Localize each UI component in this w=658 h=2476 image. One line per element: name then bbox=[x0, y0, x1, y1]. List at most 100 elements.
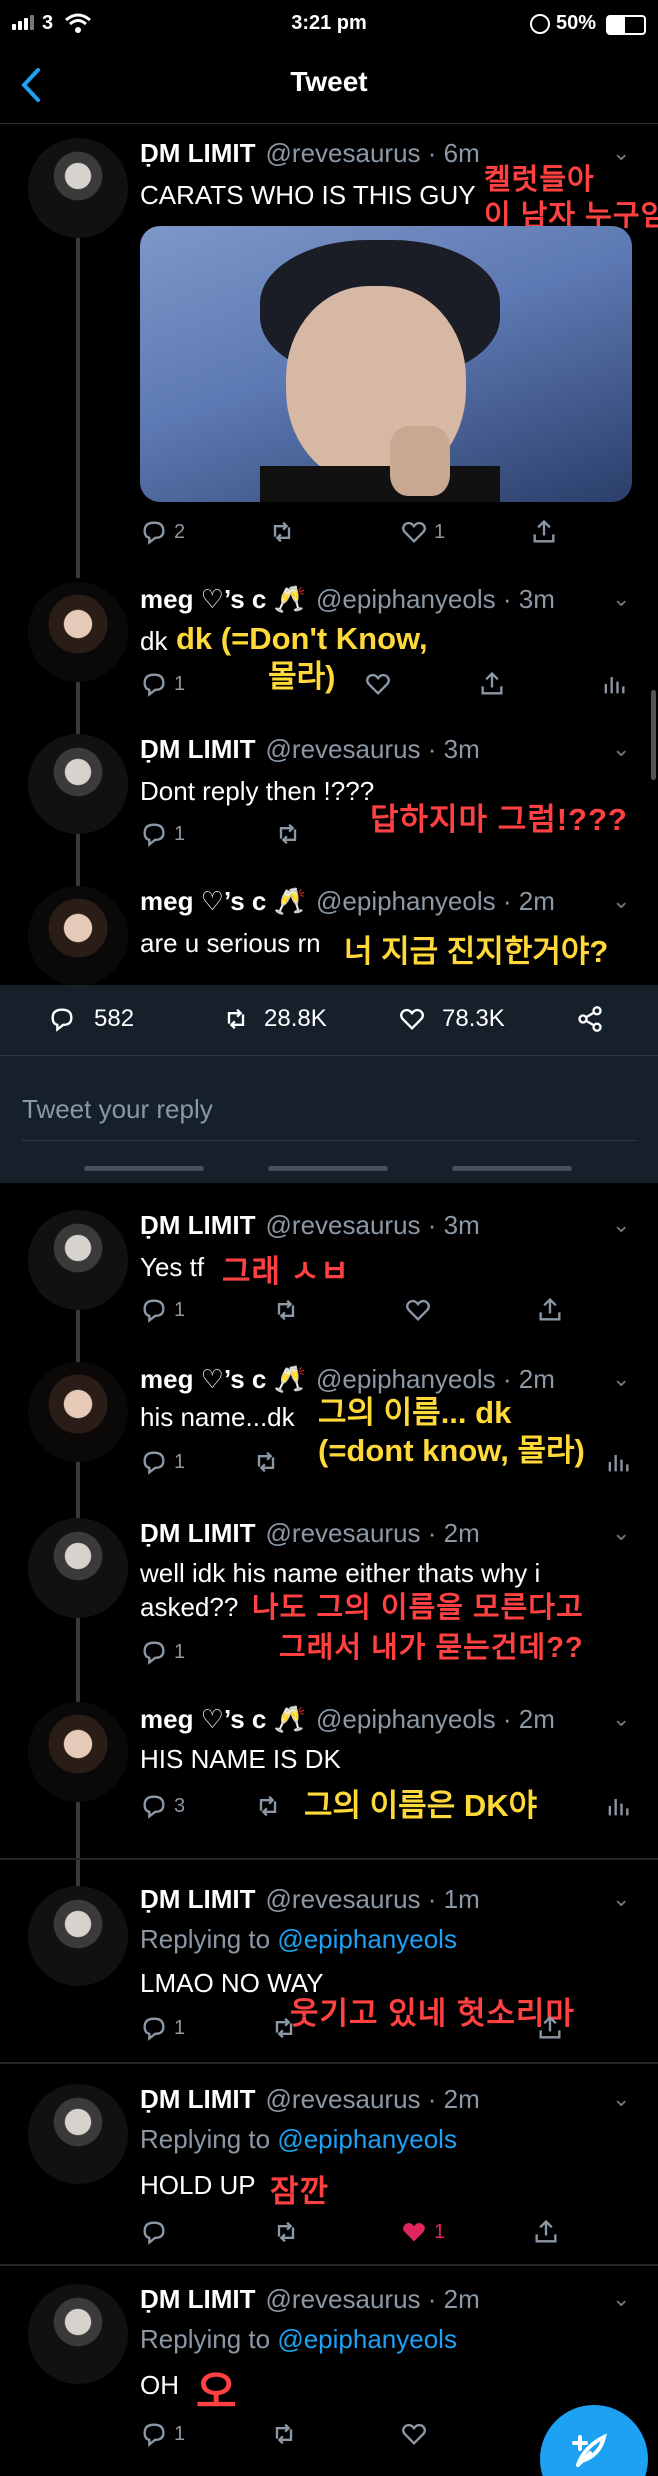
avatar[interactable] bbox=[28, 1362, 128, 1462]
reply-button[interactable]: 1 bbox=[140, 820, 185, 848]
avatar[interactable] bbox=[28, 734, 128, 834]
reply-button[interactable]: 1 bbox=[140, 2420, 185, 2448]
chevron-down-icon[interactable]: ⌄ bbox=[612, 2086, 630, 2112]
share-button[interactable] bbox=[536, 2014, 564, 2042]
engagement-stats-bar: 582 28.8K 78.3K bbox=[0, 985, 658, 1055]
like-count[interactable]: 78.3K bbox=[398, 1005, 505, 1033]
share-button[interactable] bbox=[478, 670, 506, 698]
tweet-text: dk bbox=[140, 626, 168, 656]
like-button[interactable]: 1 bbox=[400, 2218, 445, 2246]
avatar[interactable] bbox=[28, 1886, 128, 1986]
chevron-down-icon[interactable]: ⌄ bbox=[612, 586, 630, 612]
reply-button[interactable]: 1 bbox=[140, 1448, 185, 1476]
chevron-down-icon[interactable]: ⌄ bbox=[612, 736, 630, 762]
like-button[interactable] bbox=[364, 670, 392, 698]
reply-icon bbox=[143, 823, 165, 847]
avatar[interactable] bbox=[28, 886, 128, 986]
divider bbox=[0, 2264, 658, 2266]
retweet-button[interactable] bbox=[252, 1448, 280, 1476]
replying-to: Replying to @epiphanyeols bbox=[140, 2124, 457, 2154]
tweet-text: CARATS WHO IS THIS GUY bbox=[140, 180, 476, 210]
battery-percent: 50% bbox=[556, 12, 597, 34]
tweet-author[interactable]: ḌM LIMIT @revesaurus · 2m bbox=[140, 2084, 480, 2115]
tweet-author[interactable]: ḌM LIMIT @revesaurus · 3m bbox=[140, 734, 480, 765]
reply-button[interactable]: 1 bbox=[140, 1296, 185, 1324]
reply-input[interactable]: Tweet your reply bbox=[22, 1094, 213, 1125]
like-button[interactable] bbox=[404, 1296, 432, 1324]
reply-button[interactable]: 2 bbox=[140, 518, 185, 546]
tweet-author[interactable]: meg ♡’s c 🥂 @epiphanyeols · 2m bbox=[140, 1364, 555, 1395]
tweet-author[interactable]: meg ♡’s c 🥂 @epiphanyeols · 2m bbox=[140, 886, 555, 917]
chevron-down-icon[interactable]: ⌄ bbox=[612, 1520, 630, 1546]
share-icon bbox=[539, 1297, 561, 1321]
chevron-down-icon[interactable]: ⌄ bbox=[612, 1366, 630, 1392]
retweet-button[interactable] bbox=[270, 2420, 298, 2448]
avatar[interactable] bbox=[28, 582, 128, 682]
avatar[interactable] bbox=[28, 1210, 128, 1310]
retweet-count[interactable]: 28.8K bbox=[222, 1005, 327, 1033]
retweet-button[interactable] bbox=[274, 820, 302, 848]
like-button[interactable]: 1 bbox=[400, 518, 445, 546]
avatar[interactable] bbox=[28, 1518, 128, 1618]
share-icon bbox=[578, 1006, 602, 1032]
mention-link[interactable]: @epiphanyeols bbox=[277, 2124, 457, 2154]
tweet-text: his name...dk bbox=[140, 1402, 295, 1432]
chevron-down-icon[interactable]: ⌄ bbox=[612, 1706, 630, 1732]
share-icon bbox=[533, 519, 555, 543]
analytics-button[interactable] bbox=[604, 1792, 632, 1820]
tweet-author[interactable]: meg ♡’s c 🥂 @epiphanyeols · 3m bbox=[140, 584, 555, 615]
mention-link[interactable]: @epiphanyeols bbox=[277, 2324, 457, 2354]
analytics-button[interactable] bbox=[604, 1448, 632, 1476]
compose-icon bbox=[572, 2433, 607, 2467]
reply-icon bbox=[143, 1641, 165, 1665]
chevron-down-icon[interactable]: ⌄ bbox=[612, 1886, 630, 1912]
chevron-down-icon[interactable]: ⌄ bbox=[612, 888, 630, 914]
translation-caption: 그의 이름... dk (=dont know, 몰라) bbox=[318, 1395, 585, 1468]
tweet-author[interactable]: meg ♡’s c 🥂 @epiphanyeols · 2m bbox=[140, 1704, 555, 1735]
retweet-icon bbox=[257, 1451, 275, 1473]
tweet-author[interactable]: ḌM LIMIT @revesaurus · 6m bbox=[140, 138, 480, 169]
avatar[interactable] bbox=[28, 2284, 128, 2384]
chevron-down-icon[interactable]: ⌄ bbox=[612, 2286, 630, 2312]
tweet-author[interactable]: ḌM LIMIT @revesaurus · 3m bbox=[140, 1210, 480, 1241]
reply-icon bbox=[143, 1299, 165, 1323]
compose-button[interactable] bbox=[540, 2405, 648, 2476]
translation-caption: 켈럿들아 이 남자 누구임 bbox=[484, 164, 658, 232]
reply-icon bbox=[143, 2221, 165, 2245]
tweet-author[interactable]: ḌM LIMIT @revesaurus · 2m bbox=[140, 2284, 480, 2315]
share-button[interactable] bbox=[530, 518, 558, 546]
share-button[interactable] bbox=[532, 2218, 560, 2246]
reply-button[interactable]: 1 bbox=[140, 2014, 185, 2042]
retweet-button[interactable] bbox=[268, 518, 296, 546]
retweet-icon bbox=[279, 823, 297, 845]
retweet-button[interactable] bbox=[272, 1296, 300, 1324]
retweet-icon bbox=[277, 1299, 295, 1321]
mention-link[interactable]: @epiphanyeols bbox=[277, 1924, 457, 1954]
translation-caption: 그의 이름은 DK야 bbox=[304, 1788, 538, 1823]
tweet-text: are u serious rn bbox=[140, 928, 321, 958]
tweet-photo[interactable] bbox=[140, 226, 632, 502]
reply-button[interactable] bbox=[140, 2218, 168, 2246]
retweet-button[interactable] bbox=[270, 2014, 298, 2042]
reply-button[interactable]: 1 bbox=[140, 1638, 185, 1666]
share-button[interactable] bbox=[576, 1005, 604, 1033]
retweet-button[interactable] bbox=[254, 1792, 282, 1820]
tweet-author[interactable]: ḌM LIMIT @revesaurus · 1m bbox=[140, 1884, 480, 1915]
tweet-author[interactable]: ḌM LIMIT @revesaurus · 2m bbox=[140, 1518, 480, 1549]
reply-composer[interactable]: Tweet your reply bbox=[0, 1055, 658, 1183]
avatar[interactable] bbox=[28, 138, 128, 238]
share-button[interactable] bbox=[536, 1296, 564, 1324]
retweet-button[interactable] bbox=[272, 2218, 300, 2246]
reply-count[interactable]: 582 bbox=[48, 1005, 134, 1033]
avatar[interactable] bbox=[28, 1702, 128, 1802]
retweet-icon bbox=[277, 2221, 295, 2243]
translation-caption: 그래 ㅅㅂ bbox=[222, 1254, 350, 1289]
scrollbar[interactable] bbox=[651, 690, 656, 780]
like-button[interactable] bbox=[400, 2420, 428, 2448]
reply-button[interactable]: 1 bbox=[140, 670, 185, 698]
reply-button[interactable]: 3 bbox=[140, 1792, 185, 1820]
chevron-down-icon[interactable]: ⌄ bbox=[612, 1212, 630, 1238]
analytics-button[interactable] bbox=[600, 670, 628, 698]
avatar[interactable] bbox=[28, 2084, 128, 2184]
nav-title: Tweet bbox=[290, 66, 368, 97]
